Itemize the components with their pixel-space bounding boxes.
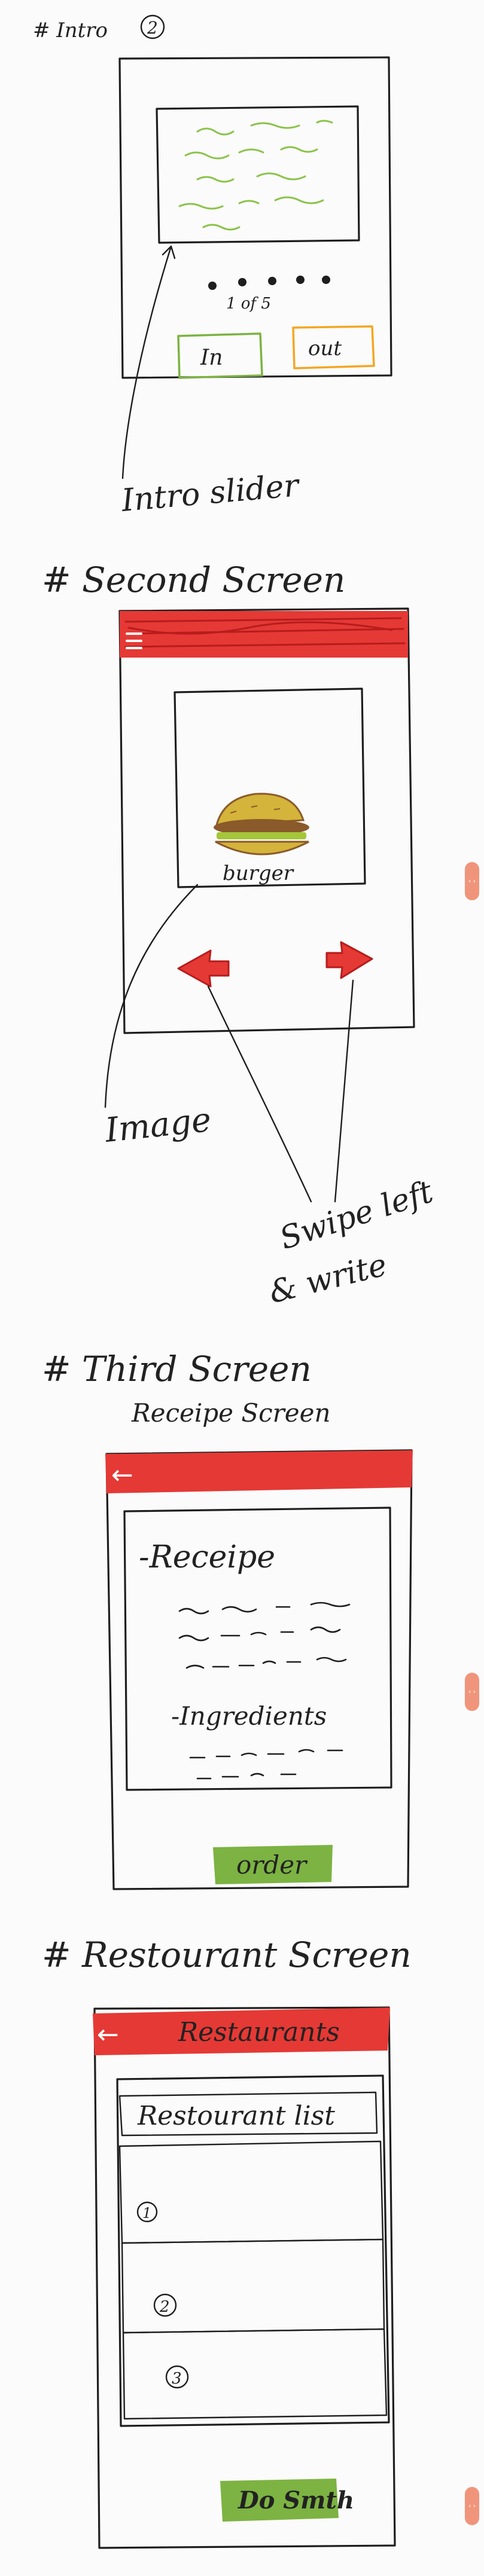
restaurant-phone-frame <box>93 2006 396 2549</box>
third-ingredients-squiggles <box>189 1749 343 1780</box>
scroll-tab[interactable]: ‹ › <box>465 862 479 900</box>
intro-out-button[interactable]: out <box>292 325 375 369</box>
intro-heading: # Intro <box>33 19 108 42</box>
second-callout-image: Image <box>103 1101 213 1150</box>
third-ingredients-label: -Ingredients <box>171 1701 327 1731</box>
scroll-tab-label: ‹ › <box>468 2502 476 2510</box>
swipe-right-arrow-icon[interactable] <box>325 941 373 979</box>
restaurant-back-arrow-icon[interactable]: ← <box>97 2019 119 2050</box>
second-heading: # Second Screen <box>42 560 345 600</box>
second-callout-swipe-line1: Swipe left <box>275 1174 437 1257</box>
third-back-arrow-icon[interactable]: ← <box>111 1460 133 1490</box>
intro-in-button[interactable]: In <box>177 332 263 379</box>
restaurant-heading: # Restourant Screen <box>42 1935 412 1975</box>
order-button-label: order <box>236 1850 308 1880</box>
swipe-left-arrow-icon[interactable] <box>177 949 230 988</box>
second-image-callout-line <box>104 884 199 1108</box>
second-image-box <box>173 687 366 888</box>
restaurant-list-item[interactable]: 1 <box>118 2140 384 2244</box>
restaurant-app-bar-title: Restaurants <box>178 2017 340 2048</box>
intro-pagination-dots <box>208 276 330 290</box>
restaurant-list-item[interactable]: 3 <box>122 2328 388 2420</box>
second-callout-swipe-line2: & write <box>266 1247 391 1311</box>
scroll-tab[interactable]: ‹ › <box>465 1673 479 1711</box>
third-subheading: Receipe Screen <box>131 1398 331 1428</box>
third-app-bar <box>105 1450 413 1493</box>
intro-callout-line <box>121 245 172 479</box>
second-swipe-callout-line <box>207 985 312 1203</box>
intro-dots-caption: 1 of 5 <box>226 295 271 313</box>
intro-section: # Intro 2 1 of 5 In out Intro slider <box>33 14 392 519</box>
intro-phone-frame <box>118 56 392 379</box>
second-swipe-callout-line-2 <box>334 979 354 1203</box>
third-recipe-label: -Receipe <box>139 1539 275 1575</box>
scroll-tab-label: ‹ › <box>468 877 476 885</box>
intro-callout-text: Intro slider <box>120 467 302 519</box>
do-something-button[interactable]: Do Smth <box>220 2479 354 2522</box>
restaurant-list-item-number: 3 <box>172 2370 182 2388</box>
scroll-tab-label: ‹ › <box>468 1688 476 1695</box>
order-button[interactable]: order <box>213 1845 333 1884</box>
third-heading: # Third Screen <box>42 1349 312 1389</box>
second-image-caption: burger <box>223 861 294 885</box>
intro-slider-image-box <box>156 105 360 244</box>
restaurant-list-item-number: 1 <box>142 2205 151 2221</box>
scroll-tab[interactable]: ‹ › <box>465 2487 479 2525</box>
third-section: # Third Screen Receipe Screen ← -Receipe <box>42 1349 413 1890</box>
intro-slider-squiggles <box>178 120 333 231</box>
restaurant-list-item-number: 2 <box>159 2298 170 2316</box>
intro-out-button-label: out <box>308 337 342 360</box>
intro-circled-number: 2 <box>147 18 158 38</box>
restaurant-list-item[interactable]: 2 <box>121 2238 385 2334</box>
do-something-button-label: Do Smth <box>238 2486 354 2514</box>
restaurant-section: # Restourant Screen ← Restaurants Restou… <box>42 1935 412 2549</box>
restaurant-list-title: Restourant list <box>137 2101 335 2131</box>
sketch-canvas: # Intro 2 1 of 5 In out Intro slider # S… <box>33 14 437 2549</box>
second-section: # Second Screen burger Image Swipe left … <box>42 560 437 1311</box>
third-phone-frame <box>105 1449 413 1890</box>
intro-in-button-label: In <box>200 346 223 370</box>
burger-icon <box>214 793 309 855</box>
third-recipe-squiggles <box>178 1602 351 1669</box>
